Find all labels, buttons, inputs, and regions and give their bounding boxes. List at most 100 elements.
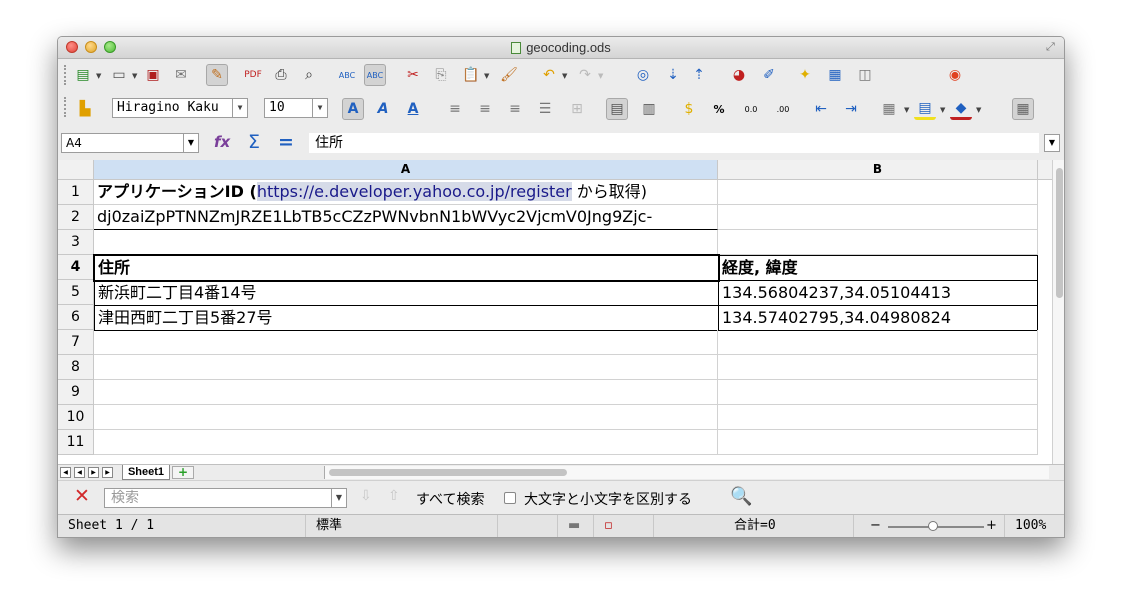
toolbar-grip[interactable]: [64, 97, 67, 117]
row-header[interactable]: 7: [58, 330, 94, 355]
print-icon[interactable]: ⎙: [270, 64, 292, 86]
help-icon[interactable]: ◉: [944, 64, 966, 86]
new-document-icon[interactable]: ▤: [72, 64, 94, 86]
auto-spellcheck-icon[interactable]: ABC: [364, 64, 386, 86]
font-color-dropdown-icon[interactable]: ▼: [976, 106, 981, 114]
horizontal-scroll-thumb[interactable]: [329, 469, 567, 476]
print-preview-icon[interactable]: ⌕: [298, 64, 320, 86]
close-find-icon[interactable]: ✕: [74, 485, 90, 507]
row-header[interactable]: 11: [58, 430, 94, 455]
toolbar-grip[interactable]: [64, 65, 67, 85]
cell-a6[interactable]: 津田西町二丁目5番27号: [94, 305, 719, 331]
copy-icon[interactable]: ⎘: [430, 64, 452, 86]
find-next-icon[interactable]: ⇧: [388, 488, 400, 504]
paste-dropdown-icon[interactable]: ▼: [484, 72, 489, 80]
cell-a2[interactable]: dj0zaiZpPTNNZmJRZE1LbTB5cCZzPWNvbnN1bWVy…: [94, 205, 718, 230]
vertical-scrollbar[interactable]: [1052, 160, 1064, 464]
search-history-dropdown-icon[interactable]: ▼: [331, 489, 346, 507]
row-header[interactable]: 6: [58, 305, 94, 330]
cell-b6[interactable]: 134.57402795,34.04980824: [718, 305, 1038, 331]
select-all-corner[interactable]: [58, 160, 94, 180]
row-header[interactable]: 10: [58, 405, 94, 430]
document-modified-icon[interactable]: ▫: [594, 515, 654, 537]
redo-icon[interactable]: ↷: [574, 64, 596, 86]
match-case-checkbox[interactable]: [504, 492, 516, 504]
register-link[interactable]: https://e.developer.yahoo.co.jp/register: [256, 182, 572, 201]
paste-icon[interactable]: 📋: [460, 64, 482, 86]
fullscreen-icon[interactable]: ⤢: [1046, 41, 1058, 53]
open-dropdown-icon[interactable]: ▼: [132, 72, 137, 80]
formula-input[interactable]: 住所: [309, 133, 1039, 153]
cut-icon[interactable]: ✂: [402, 64, 424, 86]
cell-b4[interactable]: 経度, 緯度: [718, 255, 1038, 281]
email-icon[interactable]: ✉: [170, 64, 192, 86]
font-name-dropdown-icon[interactable]: ▼: [232, 99, 247, 117]
clone-formatting-icon[interactable]: 🖌: [498, 64, 520, 86]
italic-icon[interactable]: A: [372, 98, 394, 120]
background-color-icon[interactable]: ▤: [914, 98, 936, 120]
spreadsheet-grid[interactable]: A B 1 2 3 4 5 6 7 8 9 10 11 アプリケーションID (…: [58, 160, 1054, 464]
align-bottom-icon[interactable]: ▥: [638, 98, 660, 120]
cell-b8[interactable]: [718, 355, 1038, 380]
row-header[interactable]: 1: [58, 180, 94, 205]
column-header-a[interactable]: A: [94, 160, 718, 180]
data-sources-icon[interactable]: ◫: [854, 64, 876, 86]
borders-icon[interactable]: ▦: [878, 98, 900, 120]
insert-chart-icon[interactable]: ◕: [728, 64, 750, 86]
toggle-grid-icon[interactable]: ▦: [1012, 98, 1034, 120]
cell-a11[interactable]: [94, 430, 718, 455]
number-format-icon[interactable]: 0.0: [740, 98, 762, 120]
cell-a5[interactable]: 新浜町二丁目4番14号: [94, 280, 719, 306]
show-draw-functions-icon[interactable]: ✐: [758, 64, 780, 86]
name-box[interactable]: A4 ▼: [61, 133, 199, 153]
row-header[interactable]: 2: [58, 205, 94, 230]
edit-mode-icon[interactable]: ✎: [206, 64, 228, 86]
formula-icon[interactable]: =: [278, 131, 294, 153]
add-sheet-icon[interactable]: +: [172, 466, 194, 479]
align-top-icon[interactable]: ▤: [606, 98, 628, 120]
cell-b10[interactable]: [718, 405, 1038, 430]
save-icon[interactable]: ▣: [142, 64, 164, 86]
undo-icon[interactable]: ↶: [538, 64, 560, 86]
decrease-indent-icon[interactable]: ⇤: [810, 98, 832, 120]
page-style[interactable]: 標準: [306, 515, 498, 537]
row-header[interactable]: 8: [58, 355, 94, 380]
spellcheck-icon[interactable]: ABC: [336, 64, 358, 86]
first-sheet-icon[interactable]: ◀: [60, 467, 71, 478]
row-header[interactable]: 5: [58, 280, 94, 305]
align-right-icon[interactable]: ≡: [504, 98, 526, 120]
row-header[interactable]: 3: [58, 230, 94, 255]
percent-format-icon[interactable]: %: [708, 98, 730, 120]
underline-icon[interactable]: A: [402, 98, 424, 120]
font-size-combo[interactable]: 10 ▼: [264, 98, 328, 118]
cell-a7[interactable]: [94, 330, 718, 355]
insert-mode-status[interactable]: [498, 515, 558, 537]
cell-b7[interactable]: [718, 330, 1038, 355]
cell-b11[interactable]: [718, 430, 1038, 455]
cell-a4[interactable]: 住所: [94, 255, 719, 281]
align-left-icon[interactable]: ≡: [444, 98, 466, 120]
font-name-combo[interactable]: Hiragino Kaku ▼: [112, 98, 248, 118]
bold-icon[interactable]: A: [342, 98, 364, 120]
cell-b9[interactable]: [718, 380, 1038, 405]
sort-ascending-icon[interactable]: ⇡: [688, 64, 710, 86]
cell-a8[interactable]: [94, 355, 718, 380]
function-wizard-icon[interactable]: fx: [214, 133, 230, 151]
prev-sheet-icon[interactable]: ◀: [74, 467, 85, 478]
find-previous-icon[interactable]: ⇩: [360, 488, 372, 504]
merge-cells-icon[interactable]: ⊞: [566, 98, 588, 120]
cell-a10[interactable]: [94, 405, 718, 430]
hyperlink-icon[interactable]: ◎: [632, 64, 654, 86]
find-replace-icon[interactable]: 🔍: [730, 486, 752, 507]
row-header[interactable]: 4: [58, 255, 94, 280]
cell-b5[interactable]: 134.56804237,34.05104413: [718, 280, 1038, 306]
expand-formula-bar-icon[interactable]: ▼: [1044, 134, 1060, 152]
vertical-scroll-thumb[interactable]: [1056, 168, 1063, 298]
cell-a9[interactable]: [94, 380, 718, 405]
increase-indent-icon[interactable]: ⇥: [840, 98, 862, 120]
open-icon[interactable]: ▭: [108, 64, 130, 86]
zoom-level[interactable]: 100%: [1004, 515, 1064, 537]
redo-dropdown-icon[interactable]: ▼: [598, 72, 603, 80]
currency-format-icon[interactable]: $: [678, 98, 700, 120]
sum-icon[interactable]: Σ: [248, 131, 260, 153]
